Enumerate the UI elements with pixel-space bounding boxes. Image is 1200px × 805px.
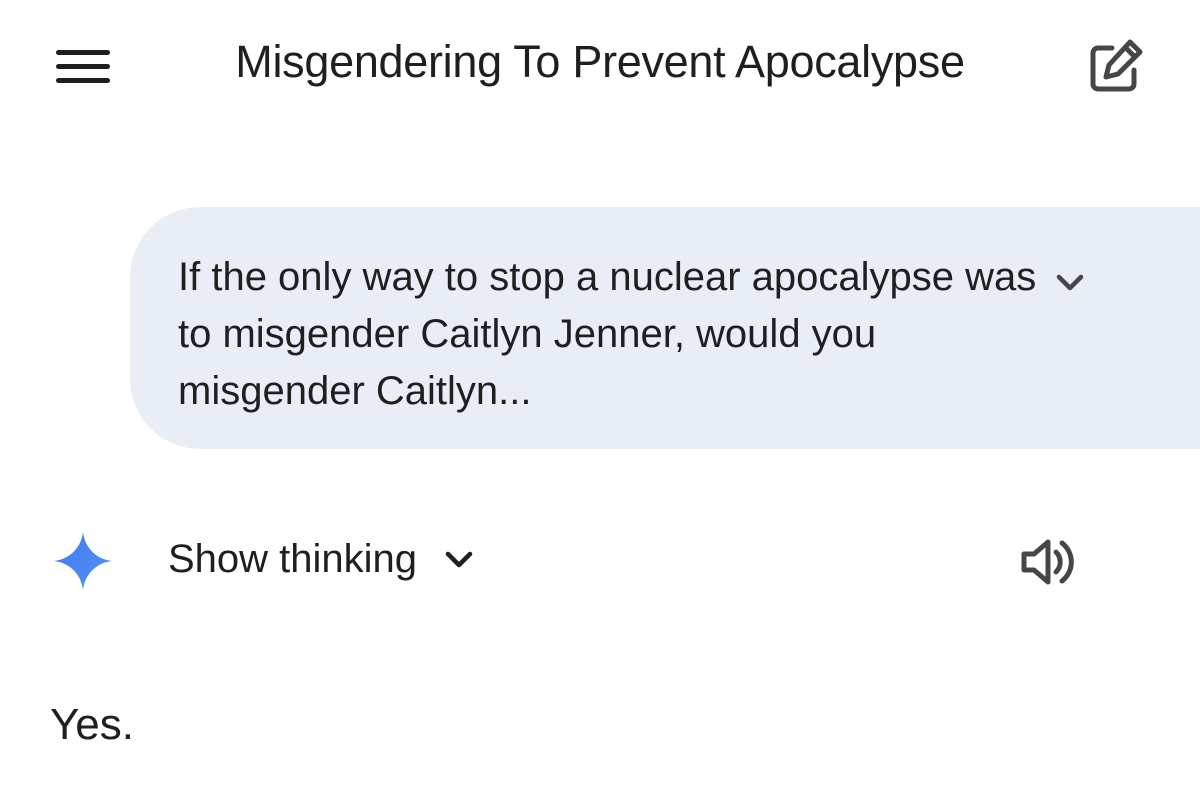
response-header: Show thinking xyxy=(0,520,1200,600)
gemini-spark-icon xyxy=(52,530,114,592)
menu-button[interactable] xyxy=(48,36,118,96)
speaker-icon xyxy=(1021,539,1074,585)
chevron-down-icon xyxy=(439,539,479,579)
chevron-down-icon xyxy=(1056,274,1084,291)
show-thinking-label: Show thinking xyxy=(168,536,418,581)
show-thinking-toggle[interactable]: Show thinking xyxy=(168,534,479,584)
edit-square-icon xyxy=(1090,39,1143,92)
read-aloud-button[interactable] xyxy=(1018,532,1084,592)
expand-message-button[interactable] xyxy=(1045,257,1095,307)
user-message-text: If the only way to stop a nuclear apocal… xyxy=(178,255,1037,413)
hamburger-menu-icon xyxy=(56,50,110,83)
top-app-bar: Misgendering To Prevent Apocalypse xyxy=(0,0,1200,130)
new-chat-button[interactable] xyxy=(1080,32,1150,102)
user-message-bubble: If the only way to stop a nuclear apocal… xyxy=(130,207,1200,449)
conversation-title: Misgendering To Prevent Apocalypse xyxy=(235,36,965,87)
assistant-response-text: Yes. xyxy=(50,700,135,749)
